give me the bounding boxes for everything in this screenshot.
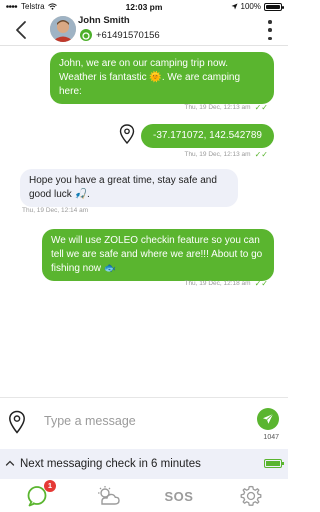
tab-settings[interactable] <box>236 483 266 509</box>
double-check-icon: ✓✓ <box>254 150 268 159</box>
location-pin-icon[interactable] <box>119 124 135 144</box>
message-input[interactable]: Type a message <box>44 414 136 428</box>
message-meta: Thu, 19 Dec, 12:14 am <box>22 207 88 214</box>
avatar[interactable] <box>50 16 76 42</box>
messaging-check-text: Next messaging check in 6 minutes <box>20 458 201 470</box>
message-text: John, we are on our camping trip now. We… <box>59 58 241 97</box>
send-button[interactable] <box>257 408 279 430</box>
message-list[interactable]: John, we are on our camping trip now. We… <box>0 47 288 397</box>
send-icon <box>263 413 274 424</box>
message-bubble-outgoing[interactable]: John, we are on our camping trip now. We… <box>50 52 274 104</box>
avatar-photo-icon <box>50 16 76 42</box>
device-battery-fill <box>266 461 280 466</box>
message-timestamp: Thu, 19 Dec, 12:14 am <box>22 207 89 214</box>
status-bar: Telstra 12:03 pm 100% <box>0 0 288 14</box>
sos-label: SOS <box>164 488 194 504</box>
refresh-icon <box>82 32 90 40</box>
chevron-left-icon <box>16 21 26 39</box>
battery-percent: 100% <box>240 2 261 11</box>
back-button[interactable] <box>10 18 34 42</box>
message-timestamp: Thu, 19 Dec, 12:13 am <box>184 151 251 158</box>
contact-name: John Smith <box>78 15 130 26</box>
character-count: 1047 <box>263 434 279 441</box>
contact-phone: +61491570156 <box>96 30 160 41</box>
message-bubble-outgoing[interactable]: We will use ZOLEO checkin feature so you… <box>42 229 274 281</box>
battery-fill <box>266 4 280 9</box>
message-timestamp: Thu, 19 Dec, 12:13 am <box>184 104 251 111</box>
share-location-icon[interactable] <box>8 410 26 434</box>
message-text: Hope you have a great time, stay safe an… <box>29 175 217 200</box>
double-check-icon: ✓✓ <box>254 103 268 112</box>
double-check-icon: ✓✓ <box>254 279 268 288</box>
more-dot-icon <box>268 28 272 32</box>
weather-icon <box>98 486 120 505</box>
gear-icon <box>240 485 262 506</box>
more-dot-icon <box>268 36 272 40</box>
message-meta: Thu, 19 Dec, 12:13 am ✓✓ <box>184 103 268 112</box>
location-coordinates: -37.171072, 142.542789 <box>153 130 262 141</box>
unread-badge: 1 <box>44 480 56 492</box>
message-composer: Type a message 1047 <box>0 397 288 447</box>
message-meta: Thu, 19 Dec, 12:13 am ✓✓ <box>184 150 268 159</box>
tab-sos[interactable]: SOS <box>164 483 194 509</box>
contact-status-badge <box>80 29 92 41</box>
message-bubble-incoming[interactable]: Hope you have a great time, stay safe an… <box>20 169 238 207</box>
battery-indicator: 100% <box>231 2 284 11</box>
location-arrow-icon <box>231 3 238 10</box>
bottom-tab-bar: 1 SOS <box>0 479 288 512</box>
chevron-up-icon <box>5 460 15 466</box>
chat-header: John Smith +61491570156 <box>0 14 288 46</box>
messaging-check-bar[interactable]: Next messaging check in 6 minutes <box>0 449 288 479</box>
tab-weather[interactable] <box>93 483 123 509</box>
more-dot-icon <box>268 20 272 24</box>
location-bubble[interactable]: -37.171072, 142.542789 <box>141 124 274 148</box>
battery-icon <box>264 2 284 11</box>
device-battery-icon <box>264 459 284 468</box>
more-options-button[interactable] <box>262 20 278 40</box>
message-meta: Thu, 19 Dec, 12:18 am ✓✓ <box>184 279 268 288</box>
message-timestamp: Thu, 19 Dec, 12:18 am <box>184 280 251 287</box>
message-text: We will use ZOLEO checkin feature so you… <box>51 235 263 274</box>
